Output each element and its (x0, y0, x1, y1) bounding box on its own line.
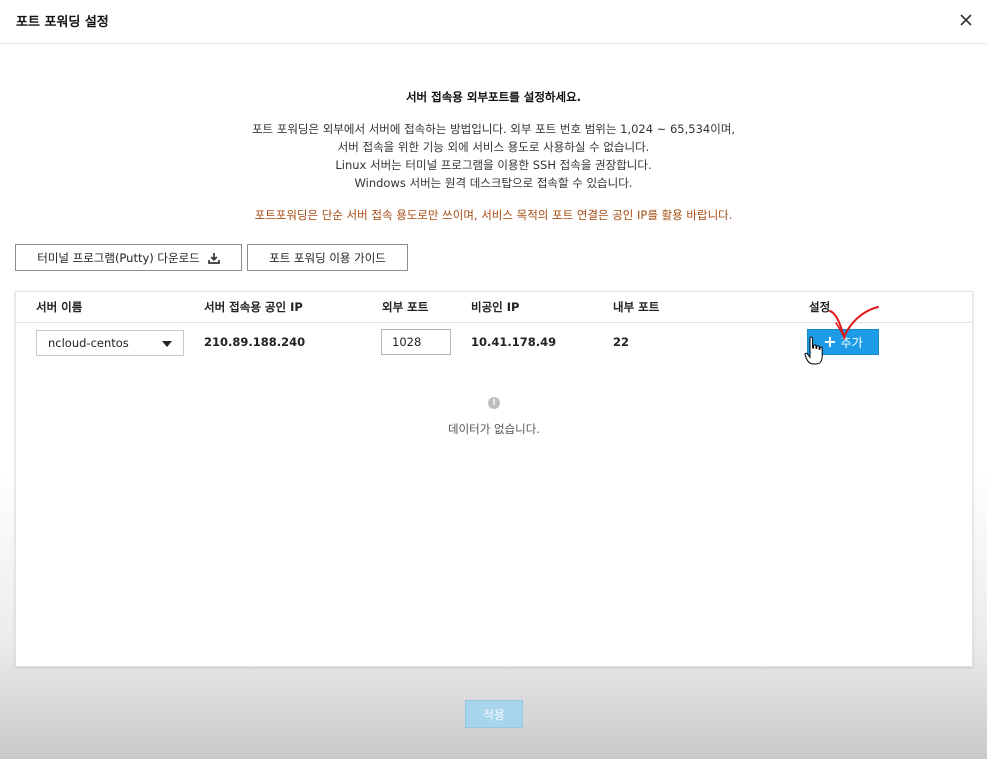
empty-state: ! 데이터가 없습니다. (16, 390, 972, 437)
dialog-header: 포트 포워딩 설정 (0, 0, 987, 44)
private-ip-value: 10.41.178.49 (471, 335, 557, 349)
guide-label: 포트 포워딩 이용 가이드 (269, 250, 386, 265)
intro-line: 포트 포워딩은 외부에서 서버에 접속하는 방법입니다. 외부 포트 번호 범위… (251, 122, 736, 136)
apply-button[interactable]: 적용 (465, 700, 523, 728)
internal-port-value: 22 (613, 335, 630, 349)
empty-state-text: 데이터가 없습니다. (448, 422, 540, 436)
col-external-port: 외부 포트 (382, 300, 429, 314)
close-icon[interactable] (959, 13, 973, 27)
putty-download-button[interactable]: 터미널 프로그램(Putty) 다운로드 (15, 244, 242, 271)
intro-headline: 서버 접속용 외부포트를 설정하세요. (405, 90, 582, 104)
hand-cursor-icon (804, 336, 823, 365)
info-icon: ! (488, 397, 500, 409)
intro-section: 서버 접속용 외부포트를 설정하세요. 포트 포워딩은 외부에서 서버에 접속하… (0, 88, 987, 224)
col-public-ip: 서버 접속용 공인 IP (204, 300, 303, 314)
apply-label: 적용 (482, 707, 506, 722)
public-ip-value: 210.89.188.240 (204, 335, 306, 349)
intro-line: 서버 접속을 위한 기능 외에 서비스 용도로 사용하실 수 없습니다. (337, 140, 650, 154)
intro-line: Windows 서버는 원격 데스크탑으로 접속할 수 있습니다. (354, 176, 633, 190)
port-forwarding-table: 서버 이름 서버 접속용 공인 IP 외부 포트 비공인 IP 내부 포트 설정… (15, 291, 973, 667)
col-private-ip: 비공인 IP (471, 300, 520, 314)
dialog-title: 포트 포워딩 설정 (16, 15, 109, 30)
intro-line: Linux 서버는 터미널 프로그램을 이용한 SSH 접속을 권장합니다. (335, 158, 652, 172)
port-forwarding-guide-button[interactable]: 포트 포워딩 이용 가이드 (247, 244, 408, 271)
putty-download-label: 터미널 프로그램(Putty) 다운로드 (37, 250, 200, 265)
intro-warning: 포트포워딩은 단순 서버 접속 용도로만 쓰이며, 서비스 목적의 포트 연결은… (254, 208, 733, 222)
port-forwarding-dialog: 포트 포워딩 설정 서버 접속용 외부포트를 설정하세요. 포트 포워딩은 외부… (0, 0, 987, 759)
external-port-input[interactable] (381, 329, 451, 355)
caret-down-icon (162, 341, 172, 347)
col-internal-port: 내부 포트 (613, 300, 660, 314)
checkmark-annotation (829, 306, 879, 340)
download-icon (207, 252, 220, 264)
server-name-select[interactable]: ncloud-centos (36, 330, 184, 356)
col-server-name: 서버 이름 (36, 300, 83, 314)
server-name-value: ncloud-centos (48, 336, 129, 350)
